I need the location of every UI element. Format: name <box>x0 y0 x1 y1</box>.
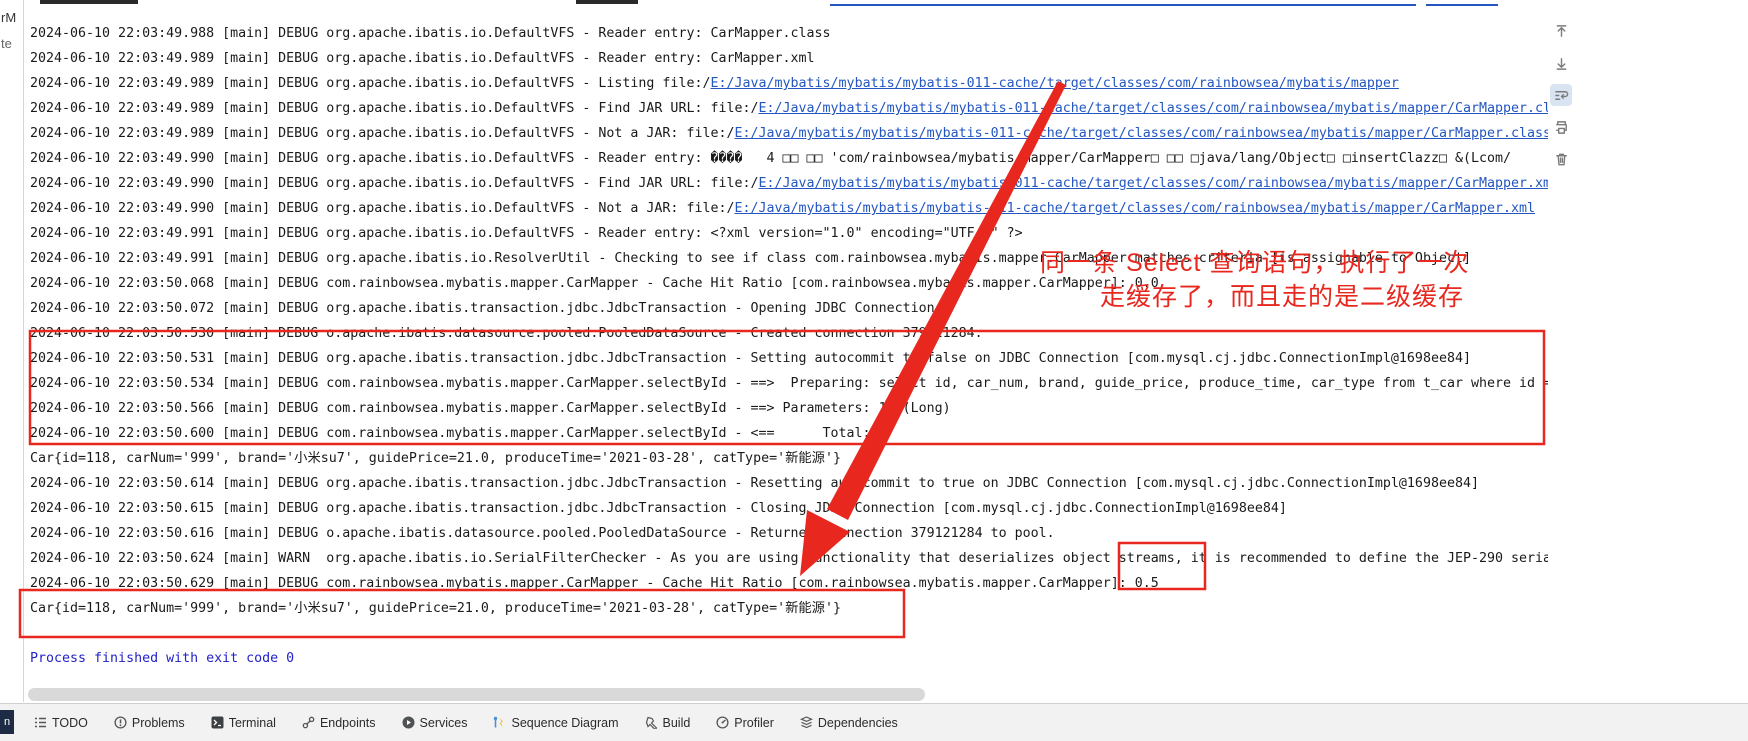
cutoff-log-fragment <box>40 0 138 4</box>
log-text: 2024-06-10 22:03:50.530 [main] DEBUG o.a… <box>30 326 983 341</box>
annotation-note-1: 同一条 Select 查询语句，执行了一次 <box>1040 249 1470 277</box>
console-line: 2024-06-10 22:03:49.990 [main] DEBUG org… <box>30 171 1548 196</box>
log-text: 2024-06-10 22:03:50.600 [main] DEBUG com… <box>30 426 887 441</box>
log-text: 2024-06-10 22:03:50.615 [main] DEBUG org… <box>30 501 1287 516</box>
file-path-link[interactable]: E:/Java/mybatis/mybatis/mybatis-011-cach… <box>759 101 1549 116</box>
console-line: 2024-06-10 22:03:50.530 [main] DEBUG o.a… <box>30 321 1548 346</box>
tab-terminal[interactable]: Terminal <box>211 716 276 730</box>
services-icon <box>402 716 415 729</box>
console-line: 2024-06-10 22:03:49.989 [main] DEBUG org… <box>30 121 1548 146</box>
log-text: 2024-06-10 22:03:49.990 [main] DEBUG org… <box>30 201 735 216</box>
dependencies-icon <box>799 716 813 729</box>
log-text: 2024-06-10 22:03:50.566 [main] DEBUG com… <box>30 401 951 416</box>
endpoints-icon <box>302 716 315 729</box>
console-line: 2024-06-10 22:03:50.566 [main] DEBUG com… <box>30 396 1548 421</box>
file-path-link[interactable]: E:/Java/mybatis/mybatis/mybatis-011-cach… <box>734 201 1535 216</box>
cutoff-link-underline <box>830 4 1416 6</box>
tab-build[interactable]: Build <box>645 716 690 730</box>
log-text: 2024-06-10 22:03:49.989 [main] DEBUG org… <box>30 51 815 66</box>
scroll-up-icon[interactable] <box>1550 20 1572 42</box>
todo-icon <box>35 717 46 728</box>
tab-services[interactable]: Services <box>402 716 467 730</box>
log-text: 2024-06-10 22:03:49.991 [main] DEBUG org… <box>30 226 1023 241</box>
console-line: 2024-06-10 22:03:50.614 [main] DEBUG org… <box>30 471 1548 496</box>
sequence-diagram-icon <box>494 716 504 728</box>
console-line: 2024-06-10 22:03:49.990 [main] DEBUG org… <box>30 196 1548 221</box>
console-line: 2024-06-10 22:03:49.988 [main] DEBUG org… <box>30 21 1548 46</box>
problems-icon <box>114 716 127 729</box>
ide-console-window: { "colors": { "annotation_red": "#e8271e… <box>0 0 1748 741</box>
tab-todo[interactable]: TODO <box>34 716 88 730</box>
tab-problems[interactable]: Problems <box>114 716 185 730</box>
console-line: 2024-06-10 22:03:50.600 [main] DEBUG com… <box>30 421 1548 446</box>
tab-endpoints[interactable]: Endpoints <box>302 716 376 730</box>
file-path-link[interactable]: E:/Java/mybatis/mybatis/mybatis-011-cach… <box>710 76 1398 91</box>
annotation-note-2: 走缓存了，而且走的是二级缓存 <box>1100 283 1465 311</box>
file-path-link[interactable]: E:/Java/mybatis/mybatis/mybatis-011-cach… <box>759 176 1549 191</box>
log-text: 2024-06-10 22:03:49.990 [main] DEBUG org… <box>30 151 1511 166</box>
log-text: 2024-06-10 22:03:50.534 [main] DEBUG com… <box>30 376 1548 391</box>
console-line: 2024-06-10 22:03:50.616 [main] DEBUG o.a… <box>30 521 1548 546</box>
console-line: 2024-06-10 22:03:49.989 [main] DEBUG org… <box>30 46 1548 71</box>
console-line: 2024-06-10 22:03:50.629 [main] DEBUG com… <box>30 571 1548 596</box>
console-toolbar <box>1548 20 1574 170</box>
console-line: 2024-06-10 22:03:50.624 [main] WARN org.… <box>30 546 1548 571</box>
log-text: 2024-06-10 22:03:50.614 [main] DEBUG org… <box>30 476 1479 491</box>
tab-profiler[interactable]: Profiler <box>716 716 774 730</box>
console-line: Car{id=118, carNum='999', brand='小米su7',… <box>30 446 1548 471</box>
console-line: 2024-06-10 22:03:49.989 [main] DEBUG org… <box>30 96 1548 121</box>
cutoff-log-fragment <box>576 0 638 4</box>
log-text: 2024-06-10 22:03:49.990 [main] DEBUG org… <box>30 176 759 191</box>
log-text: 2024-06-10 22:03:50.072 [main] DEBUG org… <box>30 301 935 316</box>
clear-all-icon[interactable] <box>1550 148 1572 170</box>
log-text: 2024-06-10 22:03:50.616 [main] DEBUG o.a… <box>30 526 1055 541</box>
tab-sequence-diagram[interactable]: Sequence Diagram <box>493 716 619 730</box>
log-text: 2024-06-10 22:03:50.629 [main] DEBUG com… <box>30 576 1159 591</box>
console-line: 2024-06-10 22:03:50.615 [main] DEBUG org… <box>30 496 1548 521</box>
status-bar: TODO Problems Terminal Endpoints Service… <box>0 703 1748 741</box>
tool-window-buttons: TODO Problems Terminal Endpoints Service… <box>34 704 898 741</box>
console-output: 2024-06-10 22:03:49.988 [main] DEBUG org… <box>30 21 1548 681</box>
console-line: 2024-06-10 22:03:50.534 [main] DEBUG com… <box>30 371 1548 396</box>
log-text: 2024-06-10 22:03:50.531 [main] DEBUG org… <box>30 351 1471 366</box>
horizontal-scrollbar[interactable] <box>28 688 925 701</box>
console-line: Car{id=118, carNum='999', brand='小米su7',… <box>30 596 1548 621</box>
log-text: 2024-06-10 22:03:50.068 [main] DEBUG com… <box>30 276 1159 291</box>
console-line: 2024-06-10 22:03:50.531 [main] DEBUG org… <box>30 346 1548 371</box>
cutoff-text-fragment: te <box>1 36 12 51</box>
file-path-link[interactable]: E:/Java/mybatis/mybatis/mybatis-011-cach… <box>734 126 1548 141</box>
log-text: Car{id=118, carNum='999', brand='小米su7',… <box>30 451 841 466</box>
process-finished-line: Process finished with exit code 0 <box>30 646 1548 671</box>
cutoff-tab-fragment: n <box>0 710 14 734</box>
tab-dependencies[interactable]: Dependencies <box>799 716 898 730</box>
log-text: 2024-06-10 22:03:49.989 [main] DEBUG org… <box>30 126 735 141</box>
scroll-down-icon[interactable] <box>1550 52 1572 74</box>
cutoff-text-fragment: rM <box>1 10 17 25</box>
console-line: 2024-06-10 22:03:49.989 [main] DEBUG org… <box>30 71 1548 96</box>
log-text: 2024-06-10 22:03:49.989 [main] DEBUG org… <box>30 76 711 91</box>
console-line: 2024-06-10 22:03:49.990 [main] DEBUG org… <box>30 146 1548 171</box>
terminal-icon <box>211 716 224 729</box>
cutoff-link-underline <box>1426 4 1498 6</box>
print-icon[interactable] <box>1550 116 1572 138</box>
log-text: Car{id=118, carNum='999', brand='小米su7',… <box>30 601 841 616</box>
log-text: 2024-06-10 22:03:50.624 [main] WARN org.… <box>30 551 1548 566</box>
log-text: Process finished with exit code 0 <box>30 651 295 666</box>
log-text: 2024-06-10 22:03:49.989 [main] DEBUG org… <box>30 101 759 116</box>
log-text: 2024-06-10 22:03:49.988 [main] DEBUG org… <box>30 26 831 41</box>
profiler-icon <box>716 716 729 729</box>
build-icon <box>645 716 657 729</box>
console-left-divider <box>23 0 24 702</box>
soft-wrap-icon[interactable] <box>1550 84 1572 106</box>
